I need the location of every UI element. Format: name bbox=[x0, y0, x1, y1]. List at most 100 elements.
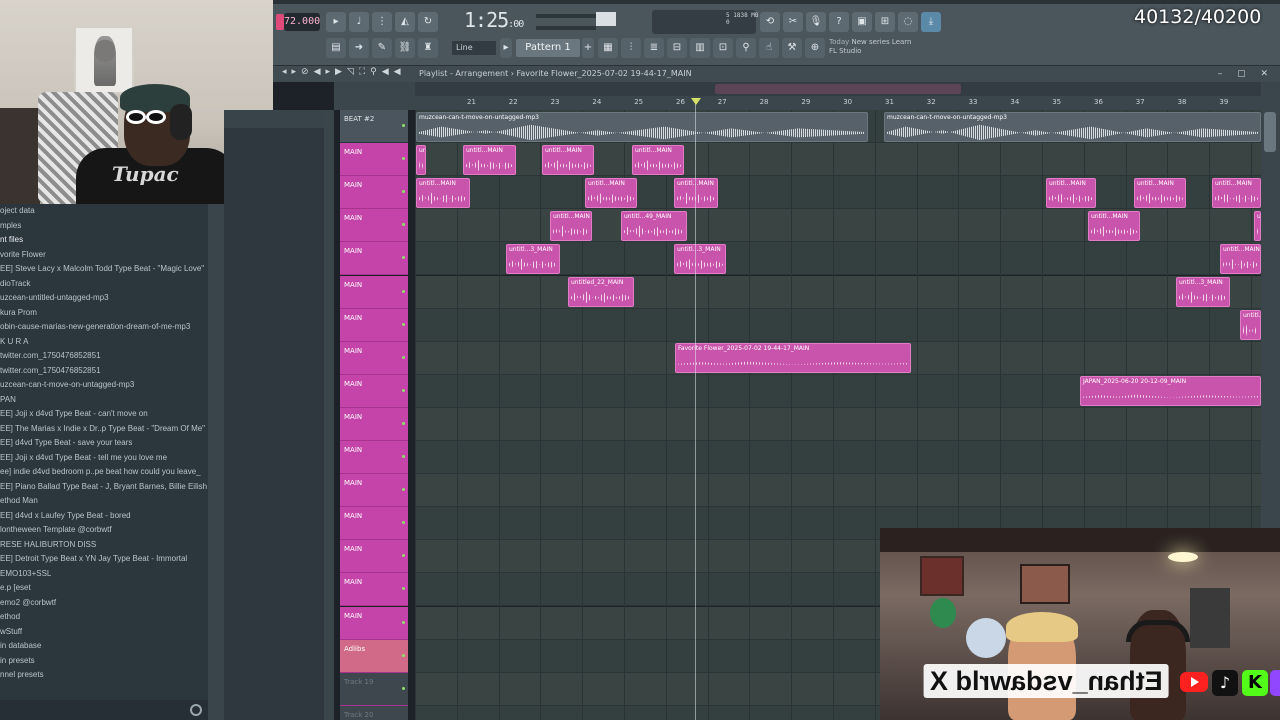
browser-icon[interactable]: ▥ bbox=[690, 38, 710, 58]
audio-clip[interactable]: untitled_22_MAIN bbox=[568, 277, 634, 307]
browser-item[interactable]: emo2 @corbwtf bbox=[0, 596, 208, 611]
tools-icon[interactable]: ⚒ bbox=[782, 38, 802, 58]
playlist-icon[interactable]: ⊟ bbox=[667, 38, 687, 58]
help-icon[interactable]: ? bbox=[829, 12, 849, 32]
browser-item[interactable]: EE] Detroit Type Beat x YN Jay Type Beat… bbox=[0, 552, 208, 567]
track-mute-led[interactable] bbox=[402, 653, 405, 657]
audio-clip[interactable]: untitl...MAIN bbox=[1088, 211, 1140, 241]
arrow-right-icon[interactable]: ➜ bbox=[349, 38, 369, 58]
browser-item[interactable]: nt files bbox=[0, 233, 208, 248]
song-mode-button[interactable]: ▸ bbox=[326, 12, 346, 32]
track-header[interactable]: BEAT #2 bbox=[340, 110, 408, 143]
audio-clip[interactable]: untitl...MAIN bbox=[632, 145, 684, 175]
track-mute-led[interactable] bbox=[402, 157, 405, 161]
track-mute-led[interactable] bbox=[402, 686, 405, 690]
track-mute-led[interactable] bbox=[402, 488, 405, 492]
pattern-selector[interactable]: Pattern 1 bbox=[516, 39, 580, 57]
browser-item[interactable]: ee] indie d4vd bedroom p..pe beat how co… bbox=[0, 465, 208, 480]
audio-clip[interactable]: untitl...MAIN bbox=[542, 145, 594, 175]
track-header[interactable]: MAIN bbox=[340, 143, 408, 177]
link-icon[interactable]: ⛓ bbox=[395, 38, 415, 58]
plugin-picker-icon[interactable]: ⚲ bbox=[736, 38, 756, 58]
pencil-icon[interactable]: ✎ bbox=[372, 38, 392, 58]
track-mute-led[interactable] bbox=[402, 455, 405, 458]
track-mute-led[interactable] bbox=[402, 355, 405, 359]
metronome-icon[interactable]: ◭ bbox=[395, 12, 415, 32]
track-lane[interactable] bbox=[415, 308, 1261, 342]
track-mute-led[interactable] bbox=[402, 322, 405, 326]
stamp-icon[interactable]: ♜ bbox=[418, 38, 438, 58]
track-mute-led[interactable] bbox=[402, 256, 405, 260]
track-mute-led[interactable] bbox=[402, 289, 405, 293]
track-lane[interactable] bbox=[415, 275, 1261, 309]
channel-rack-icon[interactable]: ⫶ bbox=[621, 38, 641, 58]
audio-clip[interactable]: untitl...3_MAIN bbox=[1176, 277, 1230, 307]
track-header[interactable]: MAIN bbox=[340, 441, 408, 474]
browser-item[interactable]: EMO103+SSL bbox=[0, 567, 208, 582]
browser-item[interactable]: ethod bbox=[0, 610, 208, 625]
audio-clip[interactable]: JAPAN_2025-06-20 20-12-09_MAIN bbox=[1080, 376, 1261, 406]
audio-clip[interactable]: untitl...MAIN bbox=[1212, 178, 1261, 208]
track-header[interactable]: MAIN bbox=[340, 341, 408, 375]
browser-item[interactable]: nnel presets bbox=[0, 668, 208, 683]
track-mute-led[interactable] bbox=[402, 388, 405, 392]
track-mute-led[interactable] bbox=[402, 190, 405, 194]
track-header[interactable]: MAIN bbox=[340, 606, 408, 640]
touch-icon[interactable]: ☝ bbox=[759, 38, 779, 58]
browser-item[interactable]: EE] Joji x d4vd Type Beat - can't move o… bbox=[0, 407, 208, 422]
track-mute-led[interactable] bbox=[402, 421, 405, 425]
playlist-overview[interactable] bbox=[415, 82, 1261, 96]
master-pitch-slider[interactable] bbox=[536, 26, 596, 30]
browser-item[interactable]: obin-cause-marias-new-generation-dream-o… bbox=[0, 320, 208, 335]
track-mute-led[interactable] bbox=[402, 521, 405, 525]
audio-clip-beat[interactable]: muzcean-can-t-move-on-untagged-mp3 bbox=[416, 112, 868, 142]
browser-item[interactable]: ethod Man bbox=[0, 494, 208, 509]
master-volume-slider[interactable] bbox=[536, 14, 596, 18]
track-lane[interactable] bbox=[415, 407, 1261, 441]
mic-icon[interactable]: 🎙 bbox=[806, 12, 826, 32]
audio-clip[interactable]: untitl...MAIN bbox=[674, 178, 718, 208]
track-header[interactable]: MAIN bbox=[340, 209, 408, 243]
timeline-ruler[interactable]: 21 22 23 24 25 26 27 28 29 30 31 32 33 34 35 36 37 38 39 bbox=[415, 96, 1261, 110]
track-header[interactable]: MAIN bbox=[340, 474, 408, 508]
browser-item[interactable]: kura Prom bbox=[0, 306, 208, 321]
audio-clip[interactable]: untitl...MAIN bbox=[416, 178, 470, 208]
playlist-tools[interactable]: ◂▸⊘◀▸▶◹⛶⚲◀◀ bbox=[282, 67, 406, 77]
track-lane[interactable] bbox=[415, 441, 1261, 474]
browser-item[interactable]: EE] Piano Ballad Type Beat - J, Bryant B… bbox=[0, 480, 208, 495]
track-header[interactable]: Track 20 bbox=[340, 705, 408, 720]
undo-icon[interactable]: ⟲ bbox=[760, 12, 780, 32]
track-header[interactable]: MAIN bbox=[340, 374, 408, 408]
browser-item[interactable]: wStuff bbox=[0, 625, 208, 640]
browser-item[interactable]: uzcean-can-t-move-on-untagged-mp3 bbox=[0, 378, 208, 393]
track-lane[interactable] bbox=[415, 474, 1261, 508]
audio-clip[interactable]: untitl...MAIN bbox=[1134, 178, 1186, 208]
browser-item[interactable]: oject data bbox=[0, 204, 208, 219]
cut-icon[interactable]: ✂ bbox=[783, 12, 803, 32]
song-position-marker[interactable] bbox=[691, 98, 701, 105]
audio-clip[interactable]: untitl...MAIN bbox=[550, 211, 592, 241]
save-icon[interactable]: ▣ bbox=[852, 12, 872, 32]
track-header[interactable]: Adlibs bbox=[340, 639, 408, 673]
track-header[interactable]: MAIN bbox=[340, 540, 408, 574]
audio-clip[interactable]: untitl...MAIN bbox=[1254, 211, 1261, 241]
track-header[interactable]: MAIN bbox=[340, 573, 408, 607]
audio-clip[interactable]: untitl...3_MAIN bbox=[674, 244, 726, 274]
browser-item[interactable]: in database bbox=[0, 639, 208, 654]
tempo-display[interactable]: 72.000 bbox=[284, 13, 320, 31]
search-icon[interactable] bbox=[190, 704, 202, 716]
track-header[interactable]: MAIN bbox=[340, 407, 408, 441]
download-icon[interactable]: ⤓ bbox=[921, 12, 941, 32]
audio-clip[interactable]: untitl...MAIN bbox=[416, 145, 426, 175]
track-header[interactable]: MAIN bbox=[340, 275, 408, 309]
audio-clip[interactable]: untitl...49_MAIN bbox=[621, 211, 687, 241]
playlist-scrollbar-thumb[interactable] bbox=[1264, 112, 1276, 152]
track-mute-led[interactable] bbox=[402, 223, 405, 227]
track-mute-led[interactable] bbox=[402, 620, 405, 624]
picker-scrollbar[interactable] bbox=[324, 110, 334, 720]
browser-item[interactable]: in presets bbox=[0, 654, 208, 669]
browser-item[interactable]: PAN bbox=[0, 393, 208, 408]
audio-clip[interactable]: untitl...MAIN bbox=[585, 178, 637, 208]
step-edit-icon[interactable]: ⋮ bbox=[372, 12, 392, 32]
browser-item[interactable]: K U R A bbox=[0, 335, 208, 350]
